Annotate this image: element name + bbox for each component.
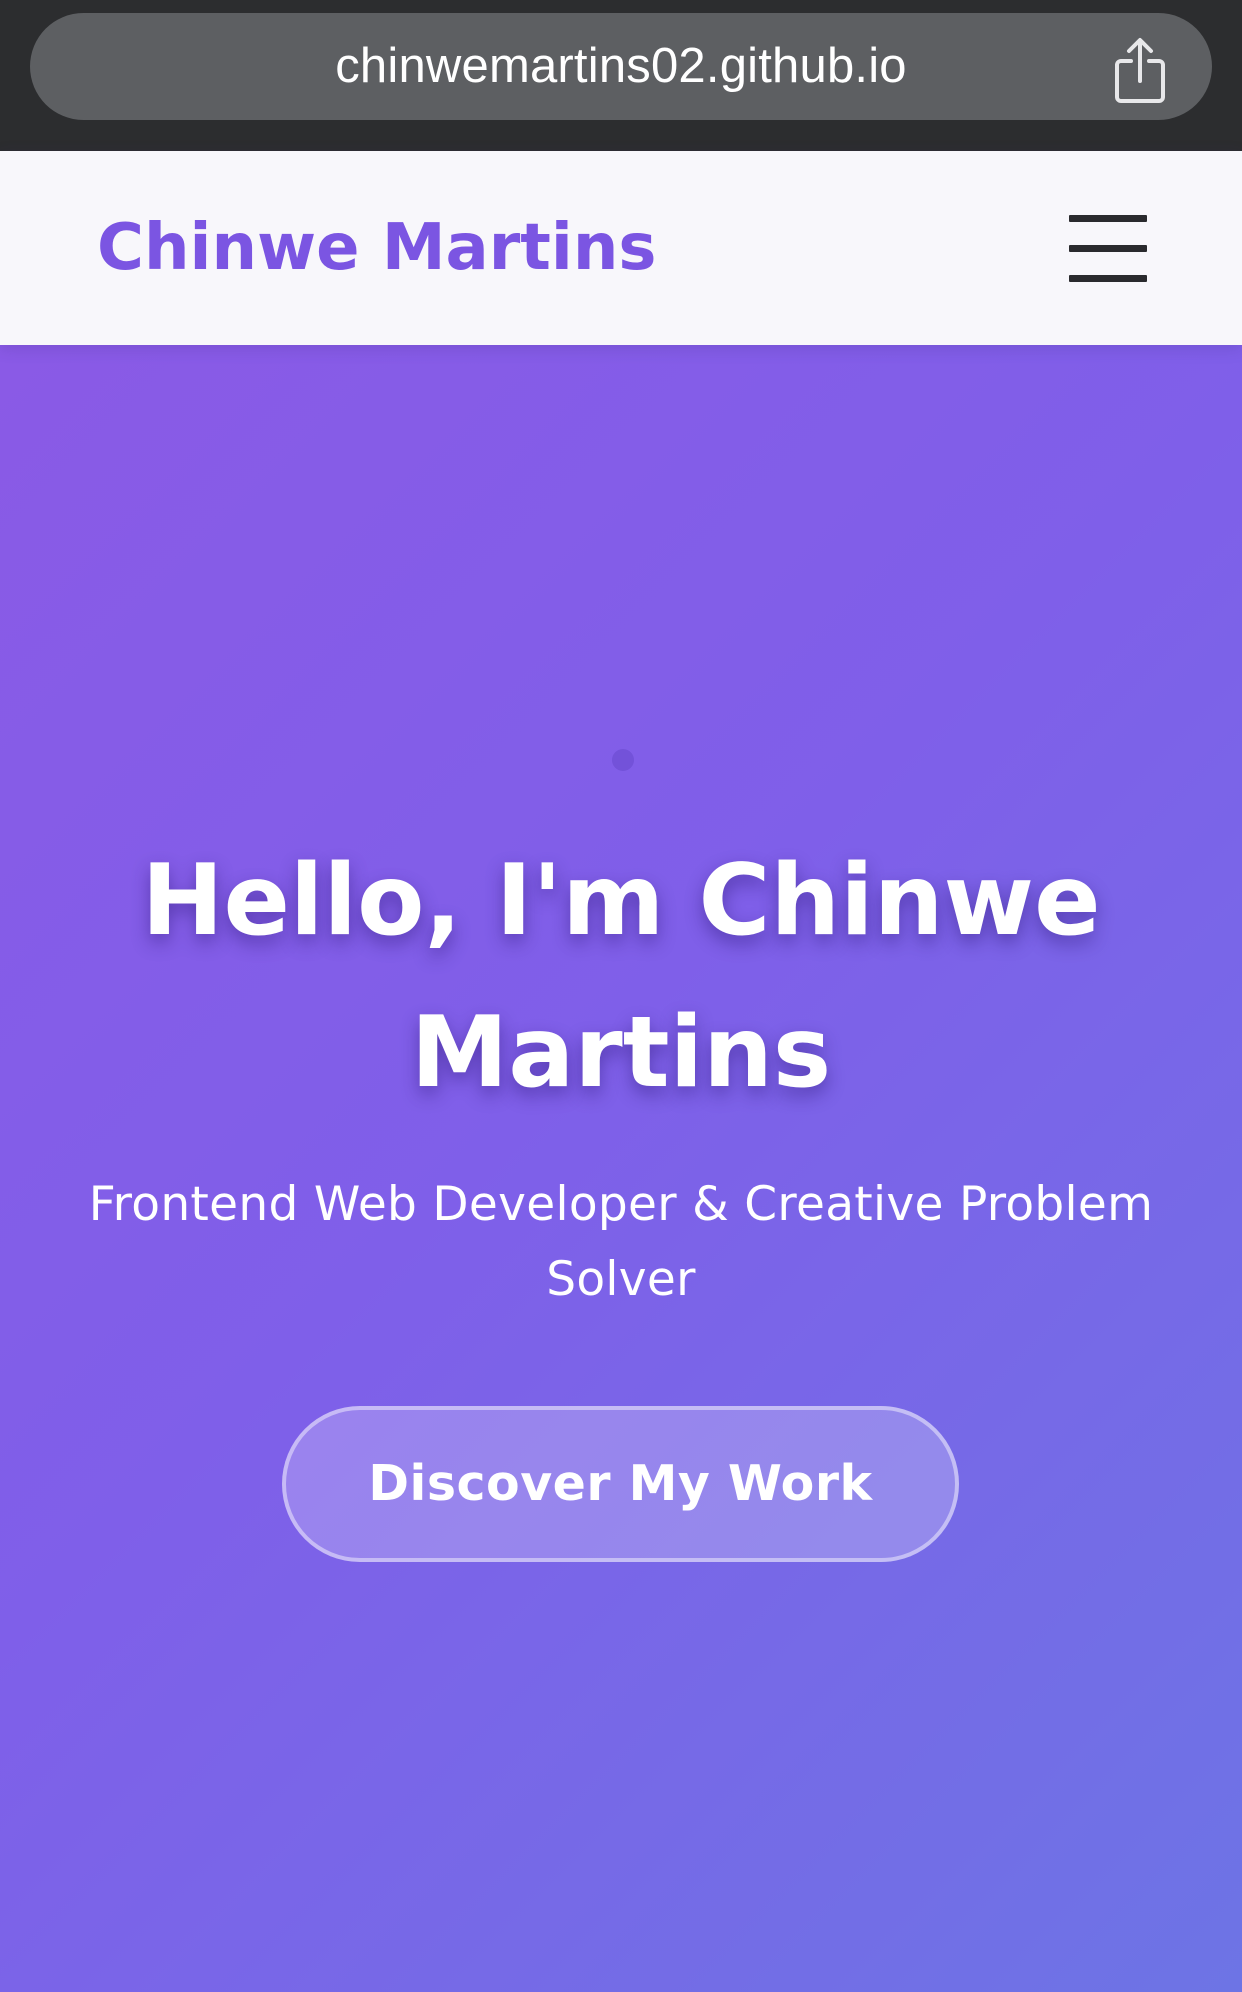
menu-bar-line: [1069, 215, 1147, 222]
decorative-dot: [612, 749, 634, 771]
hero-title: Hello, I'm Chinwe Martins: [141, 844, 1101, 1110]
hamburger-menu-icon[interactable]: [1069, 215, 1147, 285]
site-logo[interactable]: Chinwe Martins: [97, 151, 656, 345]
menu-bar-line: [1069, 245, 1147, 252]
browser-toolbar: chinwemartins02.github.io: [0, 0, 1242, 151]
url-text: chinwemartins02.github.io: [335, 39, 907, 93]
hero-section: Hello, I'm Chinwe Martins Frontend Web D…: [0, 345, 1242, 1992]
address-bar[interactable]: chinwemartins02.github.io: [30, 13, 1212, 120]
share-icon[interactable]: [1110, 35, 1170, 105]
site-navbar: Chinwe Martins: [0, 151, 1242, 345]
discover-work-button[interactable]: Discover My Work: [282, 1406, 959, 1562]
hero-subtitle: Frontend Web Developer & Creative Proble…: [88, 1177, 1154, 1307]
menu-bar-line: [1069, 275, 1147, 282]
